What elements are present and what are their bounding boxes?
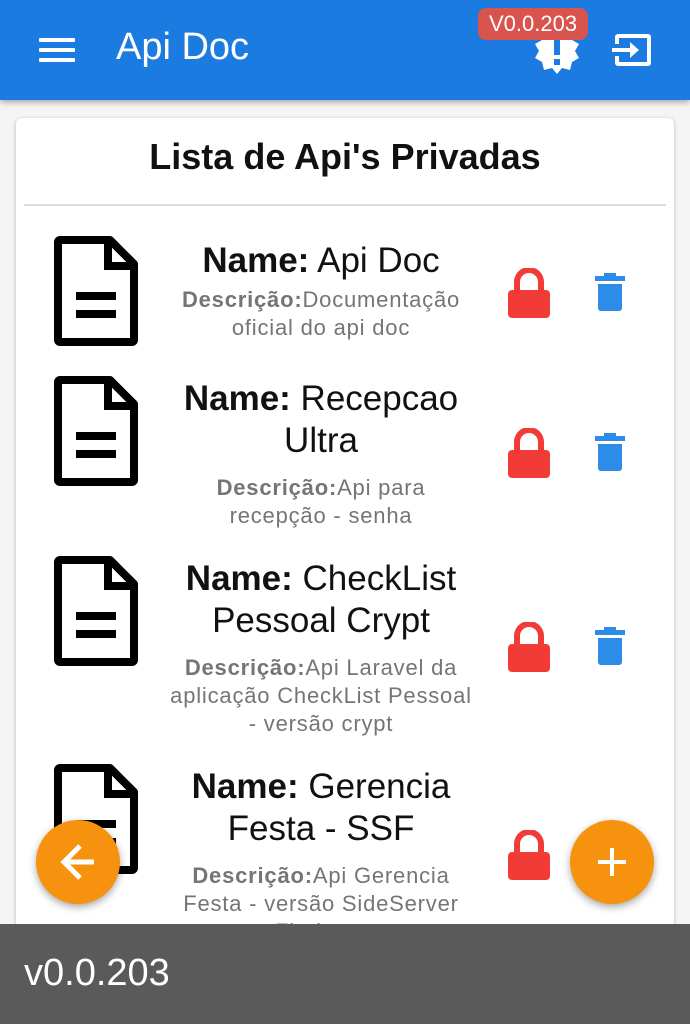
- divider: [24, 204, 666, 206]
- app-bar: Api Doc V0.0.203: [0, 0, 690, 100]
- back-button[interactable]: [36, 820, 120, 904]
- name-label: Name:: [183, 379, 291, 418]
- name-label: Name:: [185, 559, 293, 598]
- document-icon: [54, 556, 138, 666]
- footer-version: v0.0.203: [24, 952, 170, 994]
- lock-icon[interactable]: [506, 428, 552, 480]
- lock-icon[interactable]: [506, 830, 552, 882]
- logout-icon: [612, 34, 651, 66]
- version-badge: V0.0.203: [478, 8, 589, 40]
- name-label: Name:: [202, 241, 310, 280]
- document-icon: [54, 376, 138, 486]
- description-label: Descrição:: [192, 863, 313, 888]
- back-arrow-icon: [60, 844, 94, 880]
- trash-icon[interactable]: [594, 626, 626, 666]
- api-list-card: Lista de Api's Privadas Name: Api Doc De…: [16, 118, 674, 948]
- card-title: Lista de Api's Privadas: [149, 136, 541, 177]
- document-icon: [54, 236, 138, 346]
- description-label: Descrição:: [216, 475, 338, 500]
- api-name-value: Recepcao Ultra: [284, 379, 459, 460]
- api-name: Name: Gerencia Festa - SSF: [166, 766, 476, 850]
- name-label: Name:: [191, 767, 299, 806]
- lock-icon[interactable]: [506, 622, 552, 674]
- plus-icon: [598, 848, 626, 876]
- app-title: Api Doc: [116, 26, 250, 68]
- api-name-value: Api Doc: [317, 241, 440, 280]
- add-api-button[interactable]: [570, 820, 654, 904]
- api-description: Descrição:Documentação oficial do api do…: [166, 286, 476, 342]
- trash-icon[interactable]: [594, 432, 626, 472]
- description-label: Descrição:: [181, 287, 303, 312]
- api-name: Name: CheckList Pessoal Crypt: [166, 558, 476, 642]
- api-description: Descrição:Api Laravel da aplicação Check…: [166, 654, 476, 738]
- footer-bar: v0.0.203: [0, 924, 690, 1024]
- api-description: Descrição:Api para recepção - senha: [166, 474, 476, 530]
- menu-icon-bar: [39, 48, 75, 52]
- menu-button[interactable]: [36, 32, 78, 68]
- menu-icon: [39, 38, 75, 42]
- logout-button[interactable]: [610, 30, 654, 70]
- trash-icon[interactable]: [594, 272, 626, 312]
- description-label: Descrição:: [184, 655, 306, 680]
- lock-icon[interactable]: [506, 268, 552, 320]
- api-name: Name: Api Doc: [166, 240, 476, 282]
- api-name: Name: Recepcao Ultra: [166, 378, 476, 462]
- menu-icon-bar: [39, 58, 75, 62]
